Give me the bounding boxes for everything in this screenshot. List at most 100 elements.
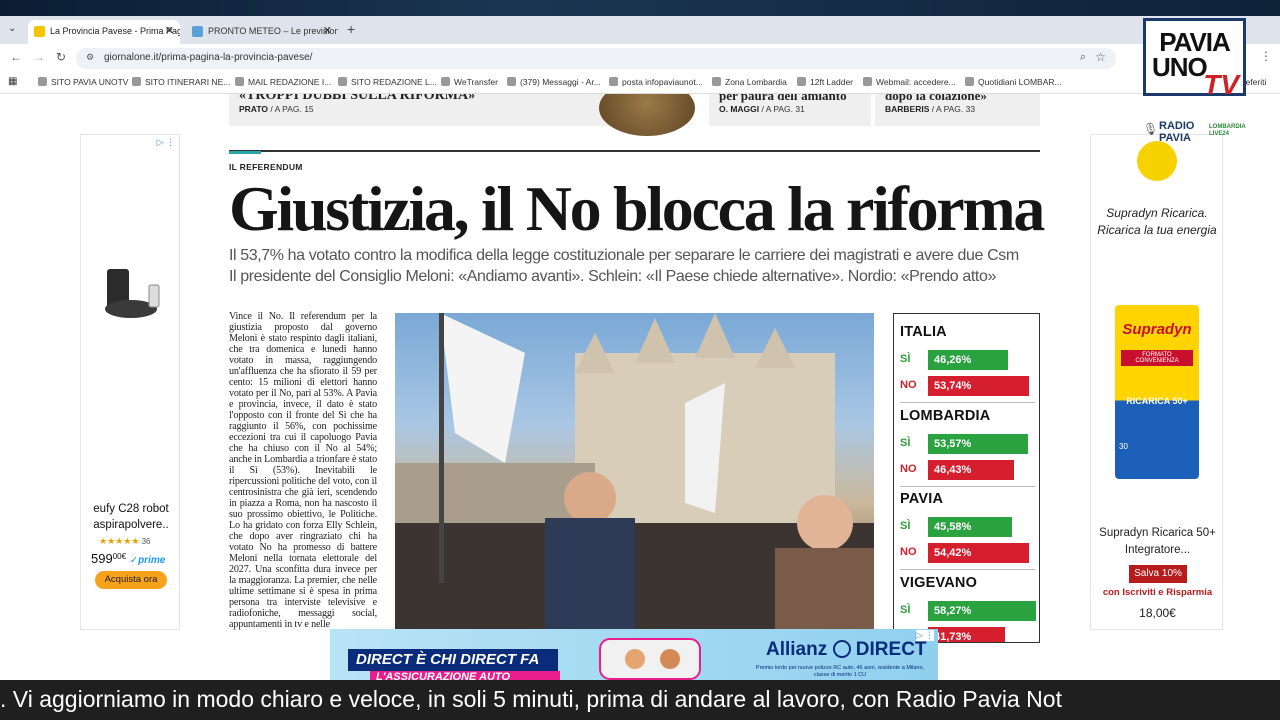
ad-fineprint: Premio lordo per nuove polizze RC auto, …: [755, 665, 925, 678]
pack-line: RICARICA 50+: [1126, 396, 1188, 406]
section-rule: [229, 150, 1040, 152]
photo-illustration: [395, 313, 874, 631]
prime-badge: ✓prime: [129, 555, 166, 566]
pack-count: 30: [1119, 442, 1128, 451]
result-region: LOMBARDIA: [900, 408, 991, 424]
pack-format: FORMATO CONVENIENZA: [1121, 350, 1193, 366]
bookmark-icon: [235, 77, 244, 86]
bookmark-star-icon[interactable]: ☆: [1095, 50, 1106, 64]
no-label: NO: [900, 379, 917, 391]
pack-brand: Supradyn: [1122, 321, 1192, 338]
no-bar: 46,43%: [928, 460, 1014, 480]
bookmark[interactable]: MAIL REDAZIONE I...: [235, 77, 331, 87]
ad-price: 18,00€: [1139, 606, 1176, 620]
no-bar: 53,74%: [928, 376, 1029, 396]
reload-icon[interactable]: ↻: [56, 50, 66, 64]
promo-text: con Iscriviti e Risparmia: [1102, 587, 1213, 598]
url-text: giornalone.it/prima-pagina-la-provincia-…: [104, 52, 313, 63]
allianz-logo: Allianz DIRECT: [766, 639, 927, 660]
pavia-uno-tv-logo: PAVIA UNO TV: [1143, 18, 1246, 100]
si-label: SÌ: [900, 353, 911, 365]
star-rating-icon: ★★★★★: [99, 536, 140, 546]
address-bar[interactable]: ⚙ giornalone.it/prima-pagina-la-provinci…: [76, 48, 1116, 69]
teaser-author: PRATO: [239, 104, 268, 114]
article-deck: Il 53,7% ha votato contro la modifica de…: [229, 245, 1049, 287]
no-bar: 54,42%: [928, 543, 1029, 563]
result-region: VIGEVANO: [900, 575, 978, 591]
teaser-page: A PAG. 15: [274, 104, 314, 114]
ad-product-name[interactable]: Supradyn Ricarica 50+ Integratore...: [1095, 525, 1220, 559]
left-ad[interactable]: ▷ ⋮ eufy C28 robot aspirapolvere.. ★★★★★…: [80, 134, 180, 630]
supradyn-pack-image: Supradyn FORMATO CONVENIENZA RICARICA 50…: [1115, 305, 1199, 479]
teaser-card[interactable]: per paura dell'amianto O. MAGGI / A PAG.…: [709, 94, 871, 126]
bookmark[interactable]: SITO PAVIA UNOTV: [38, 77, 128, 87]
adchoices-icon[interactable]: ▷ ⋮: [157, 137, 175, 148]
bookmark-icon: [965, 77, 974, 86]
bookmark-icon: [132, 77, 141, 86]
ad-price: 59900€ ✓prime: [91, 551, 165, 566]
new-tab-icon[interactable]: +: [347, 21, 355, 37]
deck-line: Il 53,7% ha votato contro la modifica de…: [229, 247, 1019, 264]
back-icon[interactable]: ←: [10, 50, 22, 64]
ad-product-name[interactable]: eufy C28 robot aspirapolvere..: [85, 501, 177, 533]
bookmark[interactable]: 12ft Ladder: [797, 77, 853, 87]
weather-favicon-icon: [192, 26, 203, 37]
apps-icon[interactable]: ▦: [8, 76, 17, 87]
bookmark[interactable]: Webmail: accedere...: [863, 77, 956, 87]
ad-slogan-2: L'ASSICURAZIONE AUTO: [370, 671, 560, 680]
si-label: SÌ: [900, 520, 911, 532]
tab-inactive[interactable]: PRONTO METEO – Le previsioni ✕: [186, 20, 338, 44]
ad-rating: ★★★★★ 36: [99, 536, 150, 547]
newspaper-favicon-icon: [34, 26, 45, 37]
menu-icon[interactable]: ⋮: [1260, 49, 1272, 63]
bookmark-icon: [441, 77, 450, 86]
tab-list-icon[interactable]: ⌄: [8, 23, 16, 34]
logo-tv: TV: [1203, 69, 1239, 100]
bookmark[interactable]: WeTransfer: [441, 77, 498, 87]
referendum-results: ITALIA SÌ 46,26% NO 53,74% LOMBARDIA SÌ …: [893, 313, 1040, 643]
adchoices-icon[interactable]: ▷ ⋮: [915, 630, 934, 641]
buy-now-button[interactable]: Acquista ora: [95, 571, 167, 589]
bookmark[interactable]: posta infopaviaunot...: [609, 77, 703, 87]
teaser-card[interactable]: «TROPPI DUBBI SULLA RIFORMA» PRATO / A P…: [229, 94, 609, 126]
car-people-illustration: [599, 638, 701, 680]
site-info-icon[interactable]: ⚙: [86, 52, 94, 63]
tab-title: La Provincia Pavese - Prima Pag: [50, 26, 180, 36]
bookmark[interactable]: SITO ITINERARI NE...: [132, 77, 230, 87]
article-kicker: IL REFERENDUM: [229, 162, 303, 172]
no-label: NO: [900, 463, 917, 475]
article-headline[interactable]: Giustizia, il No blocca la riforma: [229, 172, 1049, 246]
close-tab-icon[interactable]: ✕: [165, 24, 174, 37]
radio-pavia-logo: 🎙 RADIO PAVIA LOMBARDIA LIVE24: [1143, 118, 1253, 148]
zoom-icon[interactable]: ⌕: [1080, 51, 1086, 64]
si-bar: 45,58%: [928, 517, 1012, 537]
bookmark[interactable]: Quotidiani LOMBAR...: [965, 77, 1062, 87]
teaser-author: O. MAGGI: [719, 104, 760, 114]
si-bar: 58,27%: [928, 601, 1036, 621]
bookmark[interactable]: SITO REDAZIONE L...: [338, 77, 437, 87]
teaser-headline: «TROPPI DUBBI SULLA RIFORMA»: [239, 94, 476, 103]
divider: [900, 569, 1035, 570]
top-teasers: «TROPPI DUBBI SULLA RIFORMA» PRATO / A P…: [229, 94, 1040, 136]
section-accent: [229, 151, 261, 154]
news-ticker: . Vi aggiorniamo in modo chiaro e veloce…: [0, 680, 1280, 720]
right-ad[interactable]: Supradyn Ricarica. Ricarica la tua energ…: [1090, 134, 1223, 630]
article-photo: [395, 313, 874, 631]
teaser-image: [599, 94, 695, 136]
bookmark[interactable]: (379) Messaggi - Ar...: [507, 77, 601, 87]
teaser-author: BARBERIS: [885, 104, 930, 114]
si-label: SÌ: [900, 437, 911, 449]
discount-badge: Salva 10%: [1129, 565, 1187, 583]
si-bar: 46,26%: [928, 350, 1008, 370]
radio-text: RADIO: [1159, 120, 1195, 132]
price-main: 599: [91, 551, 113, 566]
forward-icon[interactable]: →: [33, 50, 45, 64]
close-tab-icon[interactable]: ✕: [323, 24, 332, 37]
bottom-banner-ad[interactable]: DIRECT È CHI DIRECT FA L'ASSICURAZIONE A…: [330, 629, 938, 680]
teaser-card[interactable]: dopo la colazione» BARBERIS / A PAG. 33: [875, 94, 1040, 126]
radio-text-2: PAVIA: [1159, 132, 1191, 144]
lombardia-live-text: LOMBARDIA LIVE24: [1209, 124, 1246, 137]
tab-active[interactable]: La Provincia Pavese - Prima Pag ✕: [28, 20, 180, 44]
si-label: SÌ: [900, 604, 911, 616]
bookmark-folder[interactable]: Zona Lombardia: [712, 77, 787, 87]
